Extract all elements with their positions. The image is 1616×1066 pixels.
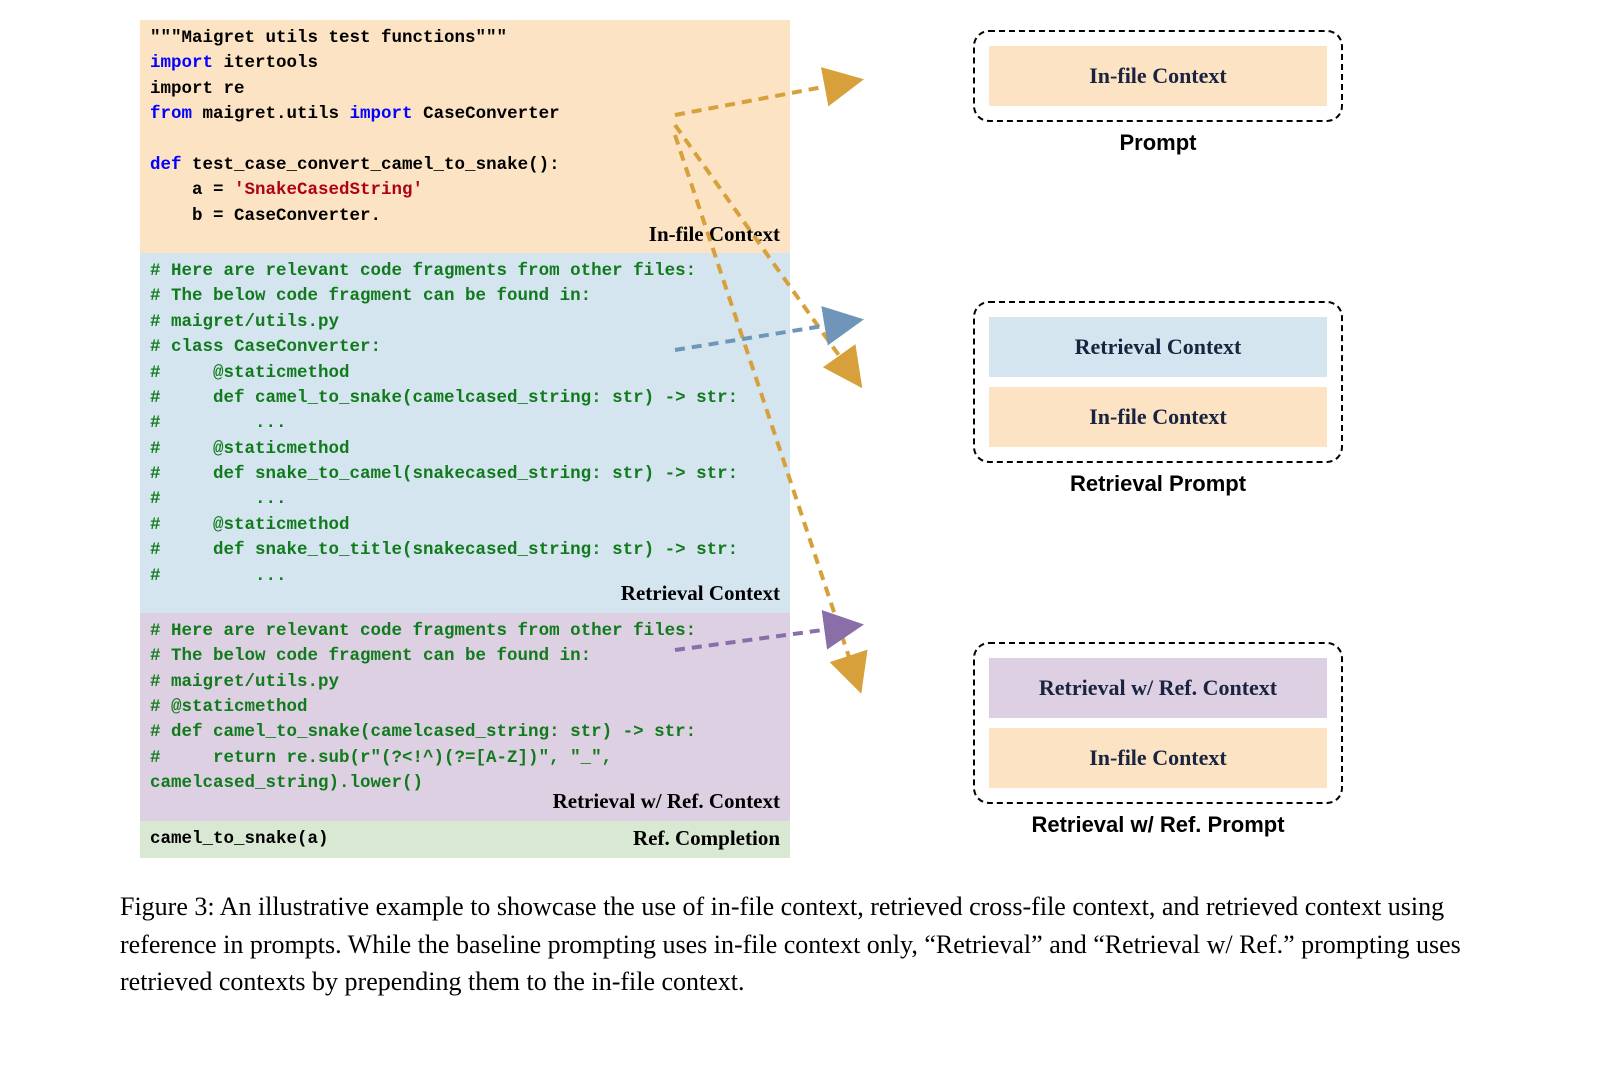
- code-line: # ...: [150, 489, 287, 509]
- code-string: 'SnakeCasedString': [234, 180, 423, 200]
- code-line: b = CaseConverter.: [150, 206, 381, 226]
- code-line: # The below code fragment can be found i…: [150, 286, 591, 306]
- code-block-retrieval: # Here are relevant code fragments from …: [140, 253, 790, 613]
- code-panel: """Maigret utils test functions""" impor…: [140, 20, 790, 858]
- block-label-retrieval: Retrieval Context: [621, 578, 780, 608]
- code-line: # ...: [150, 413, 287, 433]
- code-line: # ...: [150, 566, 287, 586]
- code-block-retrievalref: # Here are relevant code fragments from …: [140, 613, 790, 821]
- code-keyword: def: [150, 155, 182, 175]
- block-label-retrievalref: Retrieval w/ Ref. Context: [553, 786, 780, 816]
- prompt-bar-infile: In-file Context: [989, 387, 1327, 447]
- code-line: import re: [150, 79, 245, 99]
- code-line: camelcased_string).lower(): [150, 773, 423, 793]
- figure-caption: Figure 3: An illustrative example to sho…: [20, 858, 1596, 1001]
- code-line: # Here are relevant code fragments from …: [150, 261, 696, 281]
- prompt-bar-infile: In-file Context: [989, 46, 1327, 106]
- code-block-completion: camel_to_snake(a) Ref. Completion: [140, 821, 790, 858]
- code-text: itertools: [213, 53, 318, 73]
- code-line: # @staticmethod: [150, 363, 350, 383]
- block-label-completion: Ref. Completion: [633, 823, 780, 853]
- prompt-caption-3: Retrieval w/ Ref. Prompt: [1031, 812, 1284, 838]
- figure-body: """Maigret utils test functions""" impor…: [20, 20, 1596, 858]
- code-line: # def camel_to_snake(camelcased_string: …: [150, 388, 738, 408]
- code-line: # maigret/utils.py: [150, 672, 339, 692]
- code-line: """Maigret utils test functions""": [150, 28, 507, 48]
- code-line: # @staticmethod: [150, 515, 350, 535]
- code-keyword: import: [150, 53, 213, 73]
- code-block-infile: """Maigret utils test functions""" impor…: [140, 20, 790, 253]
- code-line: # Here are relevant code fragments from …: [150, 621, 696, 641]
- prompt-stack-3: Retrieval w/ Ref. Context In-file Contex…: [973, 642, 1343, 804]
- prompt-caption-2: Retrieval Prompt: [1070, 471, 1246, 497]
- prompt-group-2: Retrieval Context In-file Context Retrie…: [840, 301, 1476, 497]
- block-label-infile: In-file Context: [649, 219, 780, 249]
- code-line: # The below code fragment can be found i…: [150, 646, 591, 666]
- code-line: # @staticmethod: [150, 439, 350, 459]
- code-line: # def snake_to_title(snakecased_string: …: [150, 540, 738, 560]
- prompt-stack-1: In-file Context: [973, 30, 1343, 122]
- code-text: a =: [150, 180, 234, 200]
- code-keyword: from: [150, 104, 192, 124]
- prompt-bar-infile: In-file Context: [989, 728, 1327, 788]
- code-line: # def snake_to_camel(snakecased_string: …: [150, 464, 738, 484]
- prompt-caption-1: Prompt: [1120, 130, 1197, 156]
- code-line: # return re.sub(r"(?<!^)(?=[A-Z])", "_",: [150, 748, 612, 768]
- prompt-panel: In-file Context Prompt Retrieval Context…: [840, 20, 1476, 858]
- code-line: # maigret/utils.py: [150, 312, 339, 332]
- code-line: # def camel_to_snake(camelcased_string: …: [150, 722, 696, 742]
- code-line: # class CaseConverter:: [150, 337, 381, 357]
- code-keyword: import: [350, 104, 413, 124]
- code-line: camel_to_snake(a): [150, 829, 329, 849]
- code-text: maigret.utils: [192, 104, 350, 124]
- prompt-group-1: In-file Context Prompt: [840, 30, 1476, 156]
- prompt-stack-2: Retrieval Context In-file Context: [973, 301, 1343, 463]
- prompt-bar-retrieval: Retrieval Context: [989, 317, 1327, 377]
- code-text: test_case_convert_camel_to_snake():: [182, 155, 560, 175]
- prompt-bar-retrievalref: Retrieval w/ Ref. Context: [989, 658, 1327, 718]
- code-text: CaseConverter: [413, 104, 560, 124]
- code-line: # @staticmethod: [150, 697, 308, 717]
- prompt-group-3: Retrieval w/ Ref. Context In-file Contex…: [840, 642, 1476, 838]
